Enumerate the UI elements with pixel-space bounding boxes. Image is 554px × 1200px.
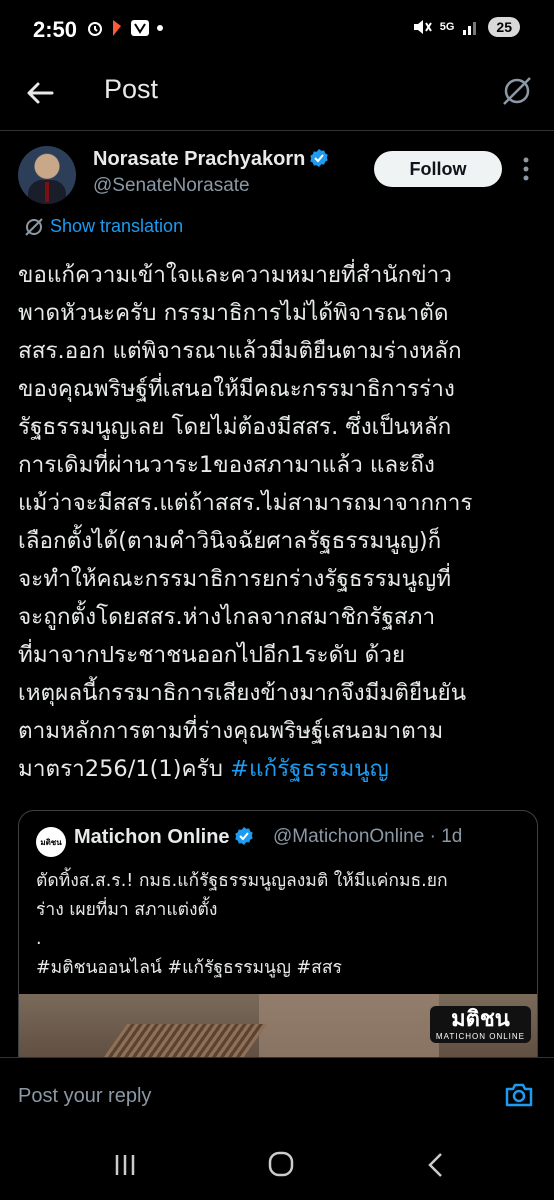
network-label: 5G [439,21,455,33]
app-badge-icon [131,20,149,36]
no-translate-icon[interactable] [500,74,534,108]
post-text: ขอแก้ความเข้าใจและความหมายที่สำนักข่าว พ… [18,256,538,788]
app-notification-icon [113,20,121,36]
quote-author-name[interactable]: Matichon Online [74,826,230,848]
quote-avatar[interactable]: มติชน [36,827,66,857]
matichon-logo: มติชน MATICHON ONLINE [429,1006,531,1043]
quote-author-handle[interactable]: @MatichonOnline · 1d [273,826,462,848]
post-text-body: ขอแก้ความเข้าใจและความหมายที่สำนักข่าว พ… [18,262,473,782]
alarm-icon [88,22,102,36]
post-author: Norasate Prachyakorn @SenateNorasate Fol… [18,142,538,210]
show-translation-link[interactable]: Show translation [24,216,183,237]
quote-author-row[interactable]: Matichon Online [74,826,254,849]
dot-icon [157,25,163,31]
more-vertical-icon[interactable] [516,154,536,184]
quote-text: ตัดทิ้งส.ส.ร.! กมธ.แก้รัฐธรรมนูญลงมติ ให… [36,871,448,978]
status-system-icons: 5G 25 [412,17,520,37]
author-handle[interactable]: @SenateNorasate [93,175,250,197]
reply-input[interactable]: Post your reply [18,1085,151,1108]
battery-icon: 25 [488,17,520,37]
quote-verified-badge-icon [234,827,253,845]
verified-badge-icon [310,149,329,167]
logo-sub-text: MATICHON ONLINE [435,1032,525,1041]
nav-recents-icon[interactable] [112,1152,138,1178]
camera-icon[interactable] [504,1080,534,1110]
back-arrow-icon[interactable] [24,77,56,109]
status-time: 2:50 [33,17,78,42]
show-translation-label: Show translation [50,216,184,236]
author-name-row[interactable]: Norasate Prachyakorn [93,148,329,171]
status-notification-icons [86,18,164,38]
reply-bar: Post your reply [0,1057,554,1138]
translate-icon [25,217,43,236]
avatar[interactable] [18,146,76,204]
logo-main-text: มติชน [451,1007,510,1032]
nav-home-icon[interactable] [268,1151,294,1177]
page-title: Post [104,74,159,104]
mute-icon [413,20,432,34]
quoted-post[interactable]: มติชน Matichon Online @MatichonOnline · … [18,810,538,1072]
follow-button[interactable]: Follow [374,151,502,187]
header: Post [0,62,554,131]
signal-icon [463,22,477,35]
author-name[interactable]: Norasate Prachyakorn [93,148,305,170]
status-bar: 2:50 5G 25 [0,0,554,62]
nav-back-icon[interactable] [424,1151,448,1179]
system-nav-bar [0,1137,554,1200]
post-hashtag-link[interactable]: #แก้รัฐธรรมนูญ [230,756,389,782]
